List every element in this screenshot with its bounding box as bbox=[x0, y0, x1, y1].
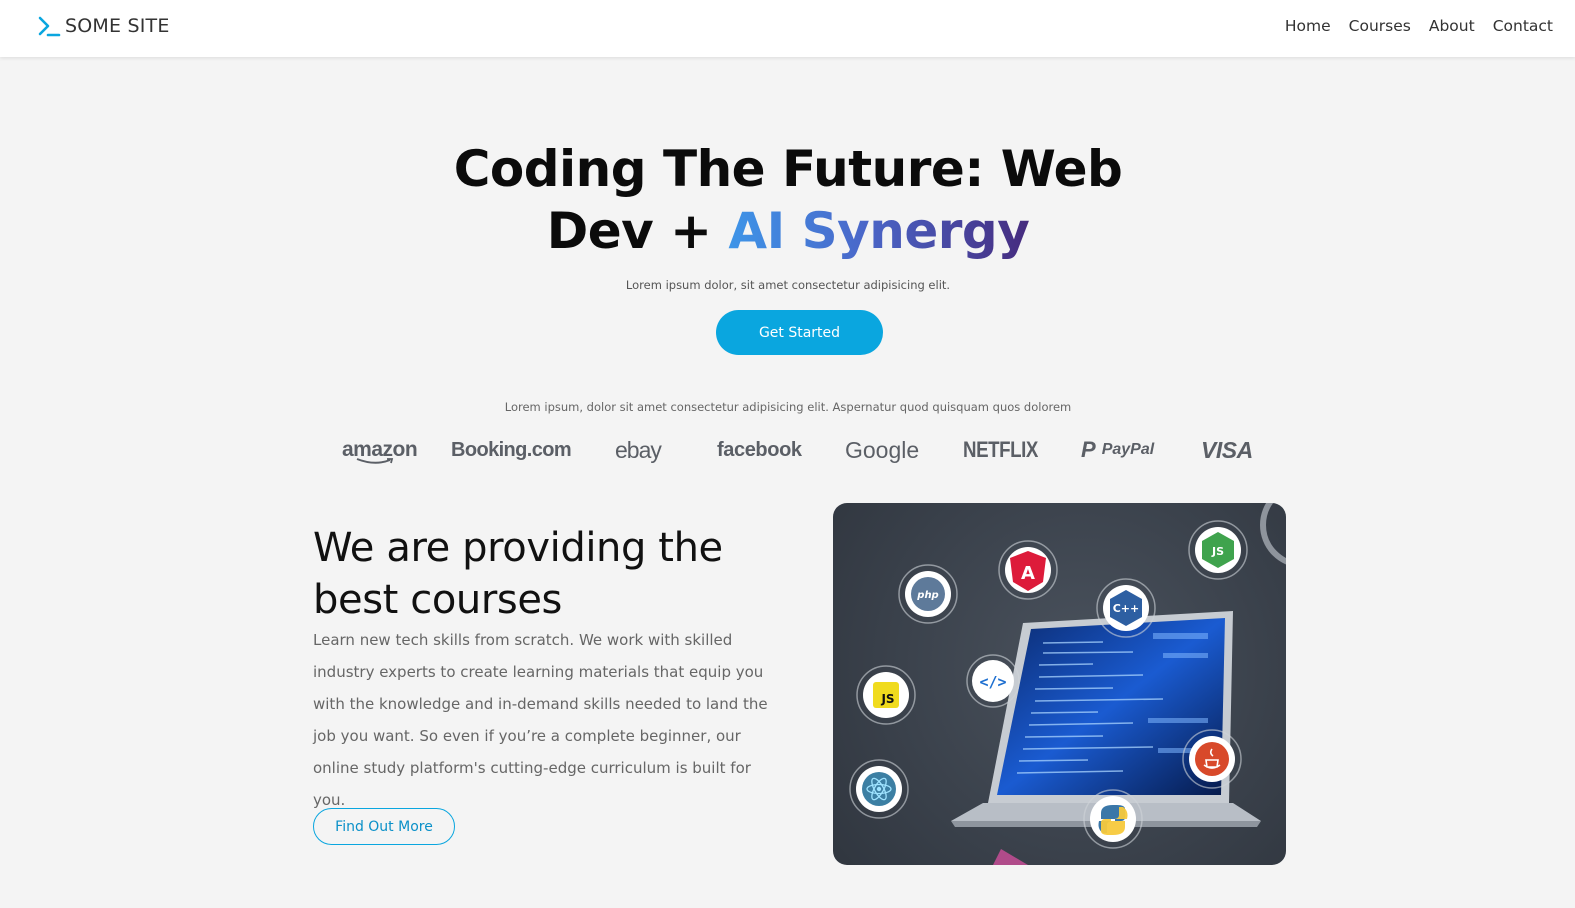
react-icon bbox=[849, 759, 909, 819]
nav-about-link[interactable]: About bbox=[1429, 17, 1475, 35]
code-tag-icon: </> bbox=[966, 654, 1020, 708]
svg-text:C++: C++ bbox=[1113, 602, 1140, 615]
site-logo[interactable]: SOME SITE bbox=[37, 14, 170, 38]
brand-paypal-text: PayPal bbox=[1101, 441, 1155, 458]
brand-ebay-text: ebay bbox=[615, 436, 662, 463]
java-icon bbox=[1182, 729, 1242, 789]
nav-home-link[interactable]: Home bbox=[1285, 17, 1331, 35]
php-icon: php bbox=[898, 564, 958, 624]
hero-title-line1: Coding The Future: Web bbox=[453, 140, 1123, 198]
brand-logo-ebay: ebay bbox=[615, 436, 662, 464]
svg-text:php: php bbox=[916, 590, 938, 601]
amazon-smile-icon bbox=[356, 458, 394, 464]
cpp-icon: C++ bbox=[1096, 578, 1156, 638]
svg-text:A: A bbox=[1021, 563, 1035, 584]
brand-google-text: Google bbox=[845, 436, 920, 463]
laptop-icon bbox=[951, 611, 1261, 827]
feature-title: We are providing the best courses bbox=[313, 525, 723, 623]
nodejs-icon: JS bbox=[1188, 520, 1248, 580]
paypal-p-icon: P bbox=[1081, 437, 1096, 462]
courses-illustration: php A C++ JS JS </> bbox=[833, 503, 1286, 865]
main-nav: Home Courses About Contact bbox=[1285, 17, 1553, 35]
find-out-more-button[interactable]: Find Out More bbox=[313, 808, 455, 845]
decor-ring bbox=[1260, 503, 1286, 565]
brands-caption: Lorem ipsum, dolor sit amet consectetur … bbox=[504, 400, 1072, 414]
hero-title-highlight: AI Synergy bbox=[728, 202, 1030, 260]
hero-title-line2: Dev + bbox=[546, 202, 729, 260]
brand-logo-amazon: amazon bbox=[342, 436, 418, 464]
svg-text:</>: </> bbox=[979, 673, 1006, 691]
terminal-prompt-icon bbox=[38, 16, 61, 37]
nav-courses-link[interactable]: Courses bbox=[1349, 17, 1411, 35]
brand-logo-paypal: P PayPal bbox=[1081, 436, 1154, 464]
nav-contact-link[interactable]: Contact bbox=[1493, 17, 1553, 35]
brand-logo-booking: Booking.com bbox=[451, 436, 572, 464]
logo-text: SOME SITE bbox=[65, 15, 170, 37]
javascript-icon: JS bbox=[856, 665, 916, 725]
brand-booking-text: Booking.com bbox=[451, 438, 572, 461]
python-icon bbox=[1083, 789, 1143, 849]
feature-description: Learn new tech skills from scratch. We w… bbox=[313, 631, 768, 809]
svg-text:JS: JS bbox=[1211, 545, 1224, 558]
brand-logo-google: Google bbox=[845, 436, 919, 464]
laptop-tech-illustration: php A C++ JS JS </> bbox=[849, 503, 1286, 865]
brand-netflix-text: NETFLIX bbox=[963, 437, 1038, 462]
angular-icon: A bbox=[998, 540, 1058, 600]
get-started-button[interactable]: Get Started bbox=[716, 310, 883, 355]
decor-triangle bbox=[993, 849, 1028, 865]
brand-logo-facebook: facebook bbox=[717, 436, 802, 464]
svg-text:JS: JS bbox=[880, 692, 894, 706]
hero-title: Coding The Future: Web Dev + AI Synergy bbox=[0, 138, 1575, 262]
brand-logo-netflix: NETFLIX bbox=[963, 436, 1038, 464]
site-header: SOME SITE Home Courses About Contact bbox=[0, 0, 1575, 57]
hero-subtitle: Lorem ipsum dolor, sit amet consectetur … bbox=[625, 278, 951, 292]
brand-visa-text: VISA bbox=[1201, 436, 1253, 463]
brand-logo-visa: VISA bbox=[1201, 436, 1253, 464]
brand-facebook-text: facebook bbox=[717, 438, 802, 461]
